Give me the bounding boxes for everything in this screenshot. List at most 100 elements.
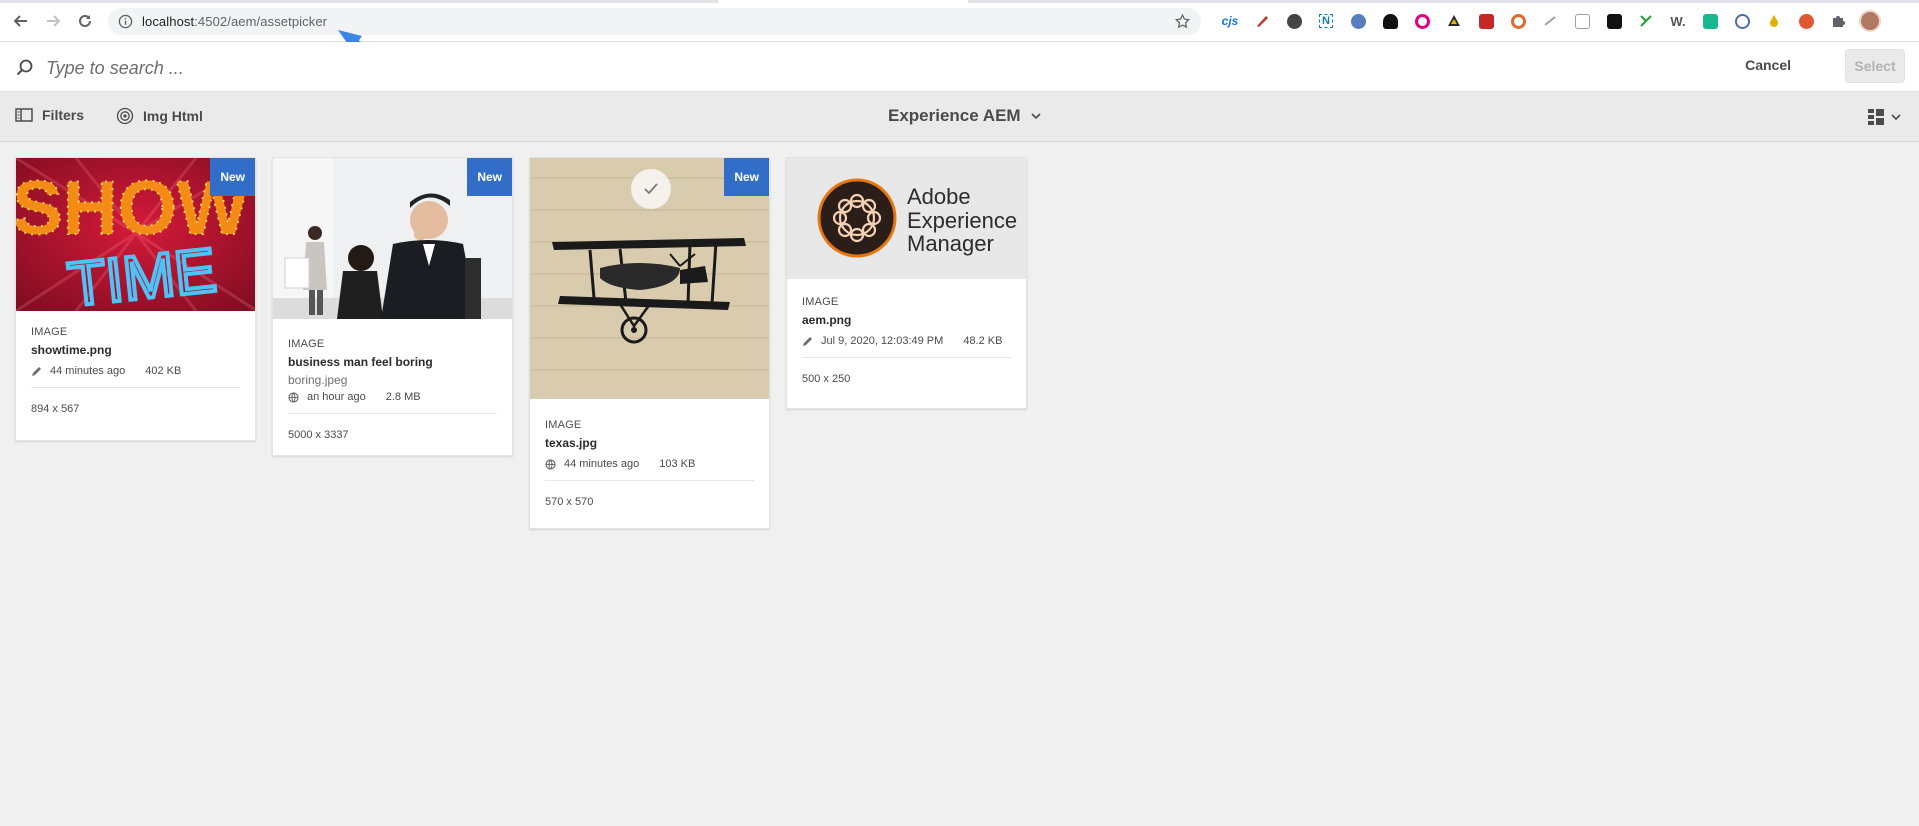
asset-card[interactable]: New IMAGE business man feel boring borin… bbox=[272, 157, 513, 456]
asset-type: IMAGE bbox=[802, 296, 839, 308]
file-size: 402 KB bbox=[145, 365, 182, 377]
w-ext-icon[interactable]: W. bbox=[1662, 10, 1694, 32]
pencil-icon bbox=[802, 336, 813, 347]
circle-ext-icon[interactable] bbox=[1278, 10, 1310, 32]
c-ext-icon[interactable] bbox=[1694, 10, 1726, 32]
k-ext-icon[interactable] bbox=[1630, 10, 1662, 32]
modified-time: 44 minutes ago bbox=[50, 365, 126, 377]
n-ext-icon[interactable]: N bbox=[1310, 10, 1342, 32]
card-meta: IMAGE business man feel boring boring.jp… bbox=[273, 338, 512, 441]
new-badge: New bbox=[724, 158, 769, 196]
pen-ext-icon[interactable] bbox=[1246, 10, 1278, 32]
asset-info: an hour ago 2.8 MB bbox=[288, 391, 497, 403]
asset-title: texas.jpg bbox=[545, 436, 598, 450]
bookmark-star-icon[interactable] bbox=[1174, 13, 1191, 30]
asset-thumbnail: SHOW TIME New bbox=[16, 158, 255, 311]
g-ext-icon[interactable] bbox=[1726, 10, 1758, 32]
info-icon[interactable] bbox=[118, 14, 133, 29]
address-bar[interactable]: localhost:4502/aem/assetpicker bbox=[108, 8, 1201, 35]
triangle-ext-icon[interactable] bbox=[1438, 10, 1470, 32]
divider bbox=[802, 357, 1011, 358]
box-ext-icon[interactable] bbox=[1566, 10, 1598, 32]
filters-button[interactable]: Filters bbox=[15, 107, 84, 123]
new-badge: New bbox=[467, 158, 512, 196]
slash-ext-icon[interactable] bbox=[1534, 10, 1566, 32]
file-size: 2.8 MB bbox=[385, 391, 421, 403]
eye-ext-icon[interactable] bbox=[1406, 10, 1438, 32]
asset-thumbnail: New bbox=[530, 158, 769, 399]
arrow-right-icon bbox=[47, 15, 61, 27]
asset-dimensions: 500 x 250 bbox=[802, 373, 851, 385]
divider bbox=[545, 480, 754, 481]
asset-dimensions: 570 x 570 bbox=[545, 496, 594, 508]
chevron-down-icon bbox=[1031, 113, 1041, 120]
modified-time: an hour ago bbox=[307, 391, 366, 403]
url-text: localhost:4502/aem/assetpicker bbox=[142, 14, 328, 29]
red-square-ext-icon[interactable] bbox=[1470, 10, 1502, 32]
divider bbox=[31, 387, 240, 388]
divider bbox=[288, 413, 497, 414]
back-button[interactable] bbox=[10, 10, 32, 32]
target-icon bbox=[116, 107, 134, 125]
card-meta: IMAGE aem.png Jul 9, 2020, 12:03:49 PM 4… bbox=[787, 296, 1026, 385]
puzzle-icon[interactable] bbox=[1822, 10, 1854, 32]
action-bar: Filters Img Html Experience AEM bbox=[0, 92, 1919, 142]
asset-type: IMAGE bbox=[31, 326, 68, 338]
reload-button[interactable] bbox=[74, 10, 96, 32]
view-switcher[interactable] bbox=[1867, 108, 1901, 126]
cancel-button[interactable]: Cancel bbox=[1739, 56, 1797, 74]
asset-thumbnail: New bbox=[273, 158, 512, 319]
toolbox-ext-icon[interactable] bbox=[1598, 10, 1630, 32]
img-html-button[interactable]: Img Html bbox=[116, 107, 203, 125]
select-button[interactable]: Select bbox=[1845, 49, 1905, 83]
modified-time: Jul 9, 2020, 12:03:49 PM bbox=[821, 335, 944, 347]
asset-info: 44 minutes ago 103 KB bbox=[545, 458, 754, 470]
card-view-icon bbox=[1868, 109, 1884, 125]
asset-card[interactable]: SHOW TIME New IMAGE showtime.png 44 minu… bbox=[15, 157, 256, 441]
aem-logo-image: Adobe Experience Manager bbox=[787, 158, 1026, 279]
profile-avatar[interactable] bbox=[1854, 10, 1886, 32]
globe-icon bbox=[288, 391, 299, 403]
asset-title: aem.png bbox=[802, 313, 852, 327]
feather-ext-icon[interactable] bbox=[1342, 10, 1374, 32]
file-size: 48.2 KB bbox=[963, 335, 1003, 347]
asset-filename: boring.jpeg bbox=[288, 373, 348, 387]
search-icon bbox=[16, 59, 33, 76]
ring-ext-icon[interactable] bbox=[1502, 10, 1534, 32]
asset-title: showtime.png bbox=[31, 343, 112, 357]
drop-ext-icon[interactable] bbox=[1758, 10, 1790, 32]
file-size: 103 KB bbox=[659, 458, 696, 470]
asset-info: 44 minutes ago 402 KB bbox=[31, 365, 240, 377]
modified-time: 44 minutes ago bbox=[564, 458, 640, 470]
forward-button[interactable] bbox=[42, 10, 64, 32]
tab-strip bbox=[0, 0, 1919, 3]
reload-icon bbox=[79, 14, 91, 27]
search-input[interactable] bbox=[44, 52, 1248, 84]
asset-title: business man feel boring bbox=[288, 355, 433, 369]
asset-card[interactable]: New IMAGE texas.jpg 44 minutes ago 103 K… bbox=[529, 157, 770, 529]
pencil-icon bbox=[31, 366, 42, 377]
spy-ext-icon[interactable] bbox=[1374, 10, 1406, 32]
omnisearch-bar: Cancel Select bbox=[0, 42, 1919, 92]
new-badge: New bbox=[210, 158, 255, 196]
folder-title: Experience AEM bbox=[888, 106, 1021, 125]
logo-word-1: Adobe bbox=[907, 184, 971, 209]
img-html-label: Img Html bbox=[143, 108, 203, 124]
asset-info: Jul 9, 2020, 12:03:49 PM 48.2 KB bbox=[802, 335, 1011, 347]
chevron-down-icon bbox=[1891, 114, 1901, 121]
arrow-left-icon bbox=[13, 15, 27, 27]
globe-icon bbox=[545, 458, 556, 470]
cjs-ext-icon[interactable]: cjs bbox=[1214, 10, 1246, 32]
logo-word-2: Experience bbox=[907, 208, 1017, 233]
asset-dimensions: 894 x 567 bbox=[31, 403, 80, 415]
checkmark-icon[interactable] bbox=[631, 169, 671, 209]
duck-ext-icon[interactable] bbox=[1790, 10, 1822, 32]
logo-word-3: Manager bbox=[907, 231, 994, 256]
folder-title-dropdown[interactable]: Experience AEM bbox=[888, 106, 1041, 126]
asset-card[interactable]: Adobe Experience Manager IMAGE aem.png J… bbox=[786, 157, 1027, 409]
asset-thumbnail: Adobe Experience Manager bbox=[787, 158, 1026, 279]
asset-dimensions: 5000 x 3337 bbox=[288, 429, 349, 441]
card-meta: IMAGE showtime.png 44 minutes ago 402 KB… bbox=[16, 326, 255, 415]
extensions-bar: cjs N W. bbox=[1214, 10, 1886, 32]
card-meta: IMAGE texas.jpg 44 minutes ago 103 KB 57… bbox=[530, 419, 769, 508]
